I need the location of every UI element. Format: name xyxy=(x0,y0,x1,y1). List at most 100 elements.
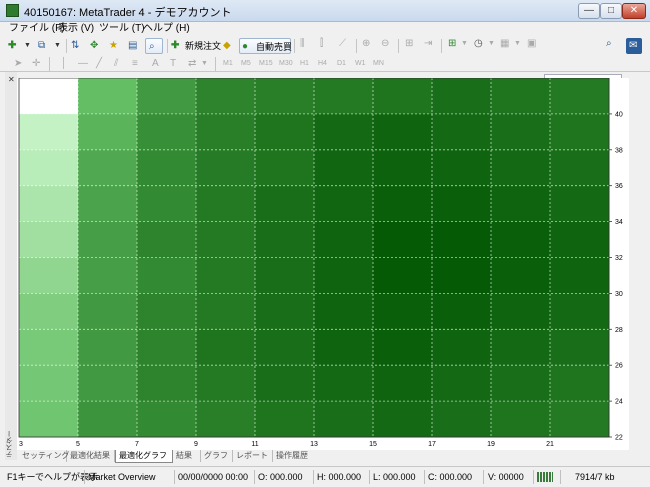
market-watch-button[interactable]: ⇅ xyxy=(69,38,85,54)
indicators-icon[interactable]: ⊞ xyxy=(448,36,456,52)
menu-view[interactable]: 表示 (V) xyxy=(58,22,94,36)
status-close: C: 000.000 xyxy=(428,472,473,482)
heatmap-cell xyxy=(314,257,374,294)
data-window-button[interactable]: ★ xyxy=(107,38,123,54)
tab-graph[interactable]: グラフ xyxy=(201,450,233,462)
heatmap-cell xyxy=(78,78,138,115)
maximize-button[interactable]: □ xyxy=(600,3,622,19)
x-tick-label: 17 xyxy=(428,441,436,448)
tab-optimization-graph[interactable]: 最適化グラフ xyxy=(115,450,173,463)
trendline-icon[interactable]: ╱ xyxy=(96,56,102,72)
arrows-icon[interactable]: ⇄ xyxy=(188,56,196,72)
heatmap-cell xyxy=(19,113,79,151)
new-chart-button[interactable]: ✚ ▼ xyxy=(6,38,34,54)
market-watch-icon: ⇅ xyxy=(71,40,80,51)
zoom-out-icon[interactable]: ⊖ xyxy=(381,36,389,52)
crosshair-icon[interactable]: ✛ xyxy=(32,56,40,72)
timeframe-h1[interactable]: H1 xyxy=(300,56,309,72)
timeframe-h4[interactable]: H4 xyxy=(318,56,327,72)
chevron-down-icon[interactable]: ▼ xyxy=(201,56,208,72)
minimize-button[interactable]: — xyxy=(578,3,600,19)
timeframe-m30[interactable]: M30 xyxy=(279,56,293,72)
heatmap-cell xyxy=(196,185,256,223)
profiles-button[interactable]: ⧉ ▼ xyxy=(36,38,64,54)
candlestick-icon[interactable]: ⫿ xyxy=(320,36,323,52)
toolbar-separator xyxy=(215,57,216,71)
terminal-button[interactable]: ▤ xyxy=(126,38,142,54)
bar-chart-icon[interactable]: ⫼ xyxy=(300,36,305,52)
status-separator xyxy=(313,470,314,484)
heatmap-cell xyxy=(491,113,551,151)
toolbar-separator xyxy=(294,39,295,53)
timeframe-d1[interactable]: D1 xyxy=(337,56,346,72)
status-traffic: 7914/7 kb xyxy=(575,472,615,482)
status-separator xyxy=(369,470,370,484)
timeframe-w1[interactable]: W1 xyxy=(355,56,366,72)
chevron-down-icon[interactable]: ▼ xyxy=(461,36,468,52)
chat-button[interactable]: ✉ xyxy=(626,38,642,54)
tab-results[interactable]: 結果 xyxy=(173,450,201,462)
tab-optimization-results[interactable]: 最適化結果 xyxy=(67,450,115,462)
chevron-down-icon[interactable]: ▼ xyxy=(488,36,495,52)
navigator-icon: ✥ xyxy=(90,40,99,51)
timeframe-mn[interactable]: MN xyxy=(373,56,384,72)
heatmap-cell xyxy=(373,401,433,438)
close-button[interactable]: ✕ xyxy=(622,3,646,19)
screenshot-icon[interactable]: ▣ xyxy=(527,36,536,52)
timeframe-m5[interactable]: M5 xyxy=(241,56,251,72)
standard-toolbar: ✚ ▼ ⧉ ▼ ⇅ ✥ ★ ▤ ⌕ ✚ 新規注文 ◆ ● 自動売買 ⫼ ⫿ ⟋ … xyxy=(0,36,650,88)
metaeditor-button[interactable]: ◆ xyxy=(221,38,237,54)
auto-scroll-icon[interactable]: ⇥ xyxy=(424,36,432,52)
menu-help[interactable]: ヘルプ (H) xyxy=(143,22,190,36)
heatmap-cell xyxy=(432,78,492,115)
horizontal-line-icon[interactable]: — xyxy=(78,56,88,72)
x-tick-label: 11 xyxy=(251,441,258,448)
search-icon[interactable]: ⌕ xyxy=(606,36,612,52)
zoom-in-icon[interactable]: ⊕ xyxy=(362,36,370,52)
heatmap-cell xyxy=(550,401,610,438)
timeframe-m15[interactable]: M15 xyxy=(259,56,273,72)
heatmap-cell xyxy=(314,185,374,223)
y-tick-label: 22 xyxy=(615,435,623,442)
toolbar-separator xyxy=(441,39,442,53)
x-tick-label: 15 xyxy=(369,441,377,448)
heatmap-cell xyxy=(78,293,138,330)
heatmap-cell xyxy=(196,329,256,366)
text-label-icon[interactable]: T xyxy=(170,56,176,72)
chevron-down-icon[interactable]: ▼ xyxy=(514,36,521,52)
strategy-tester-button[interactable]: ⌕ xyxy=(145,38,163,54)
cursor-icon[interactable]: ➤ xyxy=(14,56,22,72)
channel-icon[interactable]: ⫽ xyxy=(114,56,118,72)
status-profile: Market Overview xyxy=(88,472,156,482)
strategy-tester-icon: ⌕ xyxy=(149,41,155,52)
navigator-button[interactable]: ✥ xyxy=(88,38,104,54)
app-icon xyxy=(6,4,19,17)
tab-settings[interactable]: セッティング xyxy=(19,450,70,462)
fibonacci-icon[interactable]: ≡ xyxy=(132,56,138,72)
menu-file[interactable]: ファイル (F) xyxy=(9,22,65,36)
heatmap-cell xyxy=(137,78,197,115)
tab-journal[interactable]: 操作履歴 xyxy=(273,450,317,462)
vertical-line-icon[interactable]: │ xyxy=(61,56,67,72)
window-title: 40150167: MetaTrader 4 - デモアカウント xyxy=(24,7,232,19)
timeframe-m1[interactable]: M1 xyxy=(223,56,233,72)
y-tick-label: 36 xyxy=(615,183,623,190)
heatmap-cell xyxy=(491,257,551,294)
tester-tabs: セッティング 最適化結果 最適化グラフ 結果 グラフ レポート 操作履歴 xyxy=(17,450,645,463)
status-separator xyxy=(174,470,175,484)
periods-icon[interactable]: ◷ xyxy=(474,36,483,52)
heatmap-cell xyxy=(255,257,315,294)
new-order-button[interactable]: ✚ 新規注文 xyxy=(170,38,221,54)
toolbar-separator xyxy=(167,39,168,53)
tile-windows-icon[interactable]: ⊞ xyxy=(405,36,413,52)
heatmap-cell xyxy=(19,221,79,258)
heatmap-cell xyxy=(19,149,79,187)
menu-tools[interactable]: ツール (T) xyxy=(99,22,145,36)
line-chart-icon[interactable]: ⟋ xyxy=(339,36,346,52)
tab-report[interactable]: レポート xyxy=(233,450,273,462)
heatmap-cell xyxy=(491,365,551,402)
auto-trade-button[interactable]: ● 自動売買 xyxy=(239,38,292,54)
close-icon[interactable]: ✕ xyxy=(8,75,15,84)
templates-icon[interactable]: ▦ xyxy=(500,36,509,52)
text-icon[interactable]: A xyxy=(152,56,159,72)
